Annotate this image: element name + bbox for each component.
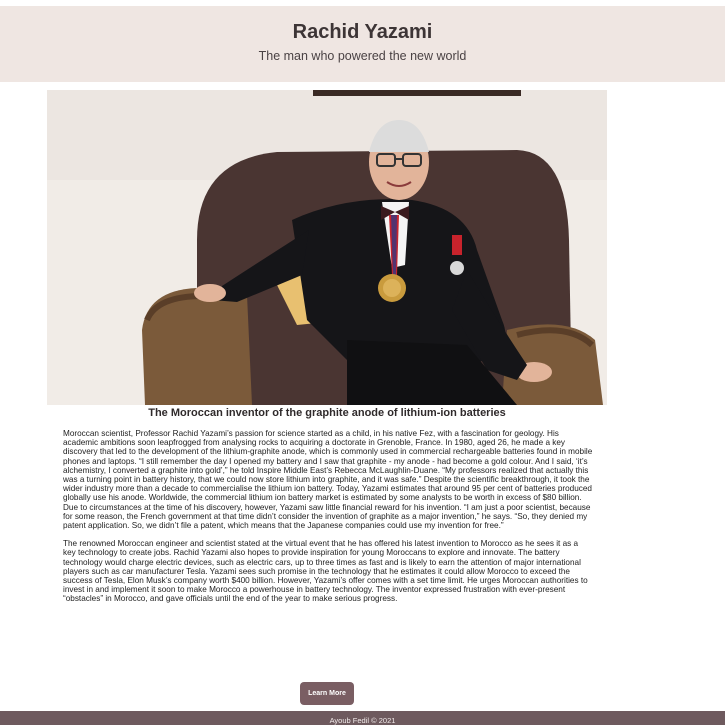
page-title: Rachid Yazami bbox=[292, 21, 433, 43]
article-body: Moroccan scientist, Professor Rachid Yaz… bbox=[63, 429, 593, 613]
page-subtitle: The man who powered the new world bbox=[258, 49, 467, 63]
photo-caption: The Moroccan inventor of the graphite an… bbox=[148, 407, 506, 419]
article-paragraph: The renowned Moroccan engineer and scien… bbox=[63, 539, 588, 604]
portrait-photo bbox=[47, 90, 607, 405]
page-footer: Ayoub Fedil © 2021 bbox=[0, 711, 725, 725]
page-header: Rachid Yazami The man who powered the ne… bbox=[0, 6, 725, 82]
page: Rachid Yazami The man who powered the ne… bbox=[0, 0, 725, 725]
article-paragraph: Moroccan scientist, Professor Rachid Yaz… bbox=[63, 429, 593, 531]
learn-more-button[interactable]: Learn More bbox=[300, 682, 354, 705]
